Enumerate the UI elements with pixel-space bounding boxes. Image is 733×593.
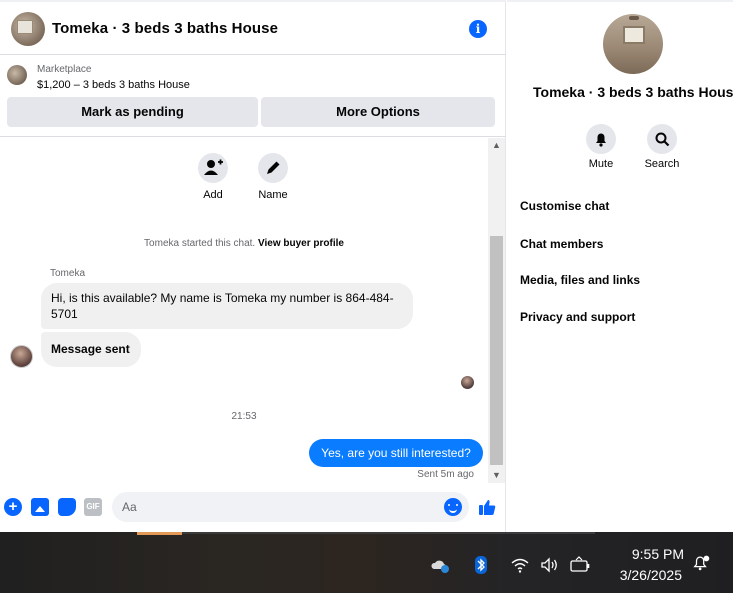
chat-pane: Tomeka · 3 beds 3 baths House i Marketpl… [0,0,506,532]
incoming-message[interactable]: Hi, is this available? My name is Tomeka… [41,283,413,329]
sender-name: Tomeka [50,268,86,279]
clock-date[interactable]: 3/26/2025 [606,567,682,583]
message-scrollbar[interactable]: ▲ ▼ [488,138,505,483]
privacy-support-item[interactable]: Privacy and support [520,310,635,324]
clock-time[interactable]: 9:55 PM [614,546,684,562]
listing-card: Marketplace $1,200 – 3 beds 3 baths Hous… [0,55,506,137]
photo-icon[interactable] [31,498,49,516]
battery-icon[interactable] [570,556,590,574]
read-receipt-avatar [461,376,474,389]
taskbar: 9:55 PM 3/26/2025 [0,532,733,593]
search-label: Search [644,158,680,170]
mute-label: Mute [588,158,614,170]
name-label: Name [258,189,288,201]
details-title: Tomeka · 3 beds 3 baths House [533,84,733,100]
more-options-button[interactable]: More Options [261,97,495,127]
chat-details-pane: Tomeka · 3 beds 3 baths House Mute Searc… [507,0,733,532]
message-list: Add Name Tomeka started this chat. View … [0,138,488,483]
gif-icon[interactable]: GIF [84,498,102,516]
sticker-icon[interactable] [58,498,76,516]
plus-icon[interactable]: + [4,498,22,516]
sent-status: Sent 5m ago [417,469,474,480]
edit-name-button[interactable] [258,153,288,183]
chat-title[interactable]: Tomeka · 3 beds 3 baths House [52,20,278,37]
mute-button[interactable] [586,124,616,154]
search-button[interactable] [647,124,677,154]
add-person-button[interactable] [198,153,228,183]
emoji-icon[interactable] [444,498,462,516]
room-window [623,26,645,44]
contact-avatar[interactable] [11,12,45,46]
message-composer: + GIF [0,488,506,528]
ceiling-light [629,16,639,20]
thumbs-up-icon[interactable] [478,498,496,516]
scroll-thumb[interactable] [490,236,503,465]
media-files-links-item[interactable]: Media, files and links [520,273,640,287]
search-icon [655,132,670,147]
incoming-message[interactable]: Message sent [41,332,141,367]
taskbar-divider [182,532,595,534]
info-icon[interactable]: i [469,20,487,38]
system-message: Tomeka started this chat. View buyer pro… [0,238,488,249]
bell-icon [596,133,606,147]
system-text: Tomeka started this chat. [144,238,256,249]
customise-chat-item[interactable]: Customise chat [520,199,609,213]
add-person-icon [204,159,223,175]
notifications-icon[interactable] [690,554,712,572]
sender-avatar[interactable] [10,345,33,368]
outgoing-message[interactable]: Yes, are you still interested? [309,439,483,467]
chat-members-item[interactable]: Chat members [520,237,603,251]
wifi-icon[interactable] [510,556,530,574]
bluetooth-icon[interactable] [471,556,491,574]
scroll-up-arrow-icon[interactable]: ▲ [488,138,505,152]
listing-price-title[interactable]: $1,200 – 3 beds 3 baths House [37,79,190,91]
volume-icon[interactable] [540,556,560,574]
pencil-icon [267,161,280,174]
onedrive-sync-icon[interactable] [430,556,450,574]
mark-as-pending-button[interactable]: Mark as pending [7,97,258,127]
add-label: Add [203,189,223,201]
taskbar-active-indicator [137,532,182,535]
listing-source: Marketplace [37,64,92,75]
message-input[interactable] [112,492,469,522]
scroll-down-arrow-icon[interactable]: ▼ [488,468,505,482]
chat-header: Tomeka · 3 beds 3 baths House i [0,0,506,55]
time-separator: 21:53 [231,411,257,422]
app-window: Tomeka · 3 beds 3 baths House i Marketpl… [0,0,733,593]
view-buyer-profile-link[interactable]: View buyer profile [258,238,344,249]
listing-thumbnail[interactable] [7,65,27,85]
details-avatar[interactable] [603,14,663,74]
